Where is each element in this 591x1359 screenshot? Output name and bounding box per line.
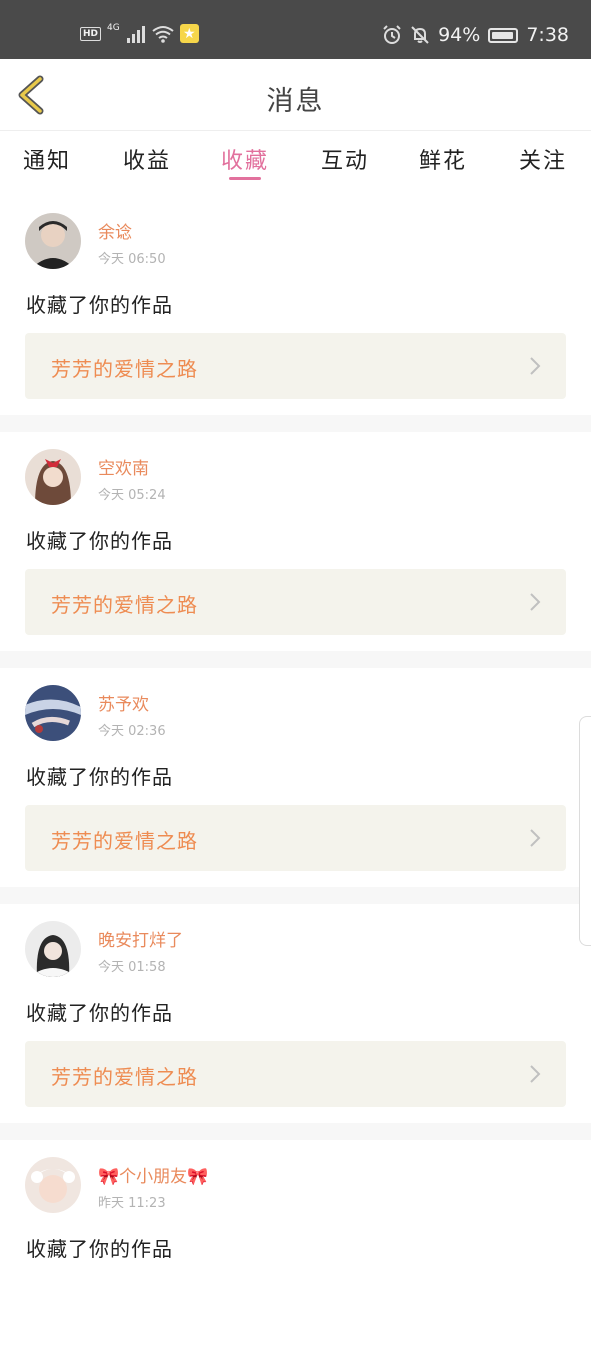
list-item: 空欢南 今天 05:24 收藏了你的作品 芳芳的爱情之路 xyxy=(0,432,591,651)
tab-earnings[interactable]: 收益 xyxy=(107,143,187,175)
network-type: 4G xyxy=(107,22,120,33)
divider xyxy=(0,1123,591,1140)
list-item: 苏予欢 今天 02:36 收藏了你的作品 芳芳的爱情之路 xyxy=(0,668,591,887)
tab-follows[interactable]: 关注 xyxy=(503,143,583,175)
list-item: 晚安打烊了 今天 01:58 收藏了你的作品 芳芳的爱情之路 xyxy=(0,904,591,1123)
username[interactable]: 余谂 xyxy=(98,218,132,243)
tab-flowers[interactable]: 鲜花 xyxy=(403,143,483,175)
divider xyxy=(0,651,591,668)
action-text: 收藏了你的作品 xyxy=(26,529,173,553)
timestamp: 今天 01:58 xyxy=(98,960,166,975)
timestamp: 今天 06:50 xyxy=(98,252,166,267)
timestamp: 昨天 11:23 xyxy=(98,1196,166,1211)
timestamp: 今天 02:36 xyxy=(98,724,166,739)
work-title: 芳芳的爱情之路 xyxy=(51,829,198,853)
divider xyxy=(0,415,591,432)
chevron-right-icon xyxy=(530,829,541,847)
avatar[interactable] xyxy=(25,449,81,505)
work-card[interactable]: 芳芳的爱情之路 xyxy=(25,1041,566,1107)
tab-interactions[interactable]: 互动 xyxy=(305,143,385,175)
clock: 7:38 xyxy=(526,24,569,46)
star-app-icon: ★ xyxy=(179,24,199,43)
timestamp: 今天 05:24 xyxy=(98,488,166,503)
status-left: HD 4G ★ xyxy=(80,22,199,43)
work-title: 芳芳的爱情之路 xyxy=(51,357,198,381)
chevron-right-icon xyxy=(530,357,541,375)
avatar[interactable] xyxy=(25,685,81,741)
work-title: 芳芳的爱情之路 xyxy=(51,593,198,617)
scroll-indicator[interactable] xyxy=(579,716,591,946)
battery-icon xyxy=(488,27,519,43)
divider xyxy=(0,887,591,904)
action-text: 收藏了你的作品 xyxy=(26,765,173,789)
work-title: 芳芳的爱情之路 xyxy=(51,1065,198,1089)
signal-icon xyxy=(126,25,145,43)
action-text: 收藏了你的作品 xyxy=(26,293,173,317)
hd-indicator: HD xyxy=(80,26,102,41)
tab-favorites[interactable]: 收藏 xyxy=(205,143,285,175)
mute-bell-icon xyxy=(411,26,429,44)
work-card[interactable]: 芳芳的爱情之路 xyxy=(25,569,566,635)
avatar[interactable] xyxy=(25,213,81,269)
battery-percent: 94% xyxy=(438,24,481,46)
tab-notifications[interactable]: 通知 xyxy=(7,143,87,175)
action-text: 收藏了你的作品 xyxy=(26,1237,173,1261)
list-item: 🎀个小朋友🎀 昨天 11:23 收藏了你的作品 xyxy=(0,1140,591,1359)
avatar[interactable] xyxy=(25,921,81,977)
username[interactable]: 🎀个小朋友🎀 xyxy=(98,1162,208,1187)
alarm-icon xyxy=(383,25,401,44)
avatar[interactable] xyxy=(25,1157,81,1213)
chevron-right-icon xyxy=(530,1065,541,1083)
header-bar: 消息 xyxy=(0,59,591,131)
username[interactable]: 空欢南 xyxy=(98,454,149,479)
work-card[interactable]: 芳芳的爱情之路 xyxy=(25,333,566,399)
work-card[interactable]: 芳芳的爱情之路 xyxy=(25,805,566,871)
action-text: 收藏了你的作品 xyxy=(26,1001,173,1025)
tab-bar: 通知 收益 收藏 互动 鲜花 关注 xyxy=(0,131,591,186)
status-right: 94% 7:38 xyxy=(382,24,569,46)
status-bar: HD 4G ★ 94% 7:38 xyxy=(0,0,591,59)
message-list: 余谂 今天 06:50 收藏了你的作品 芳芳的爱情之路 空欢南 今天 05:24… xyxy=(0,196,591,1359)
page-title: 消息 xyxy=(266,86,325,117)
active-tab-indicator xyxy=(229,177,261,180)
username[interactable]: 苏予欢 xyxy=(98,690,149,715)
wifi-icon xyxy=(152,25,174,43)
username[interactable]: 晚安打烊了 xyxy=(98,926,183,951)
list-item: 余谂 今天 06:50 收藏了你的作品 芳芳的爱情之路 xyxy=(0,196,591,415)
chevron-right-icon xyxy=(530,593,541,611)
